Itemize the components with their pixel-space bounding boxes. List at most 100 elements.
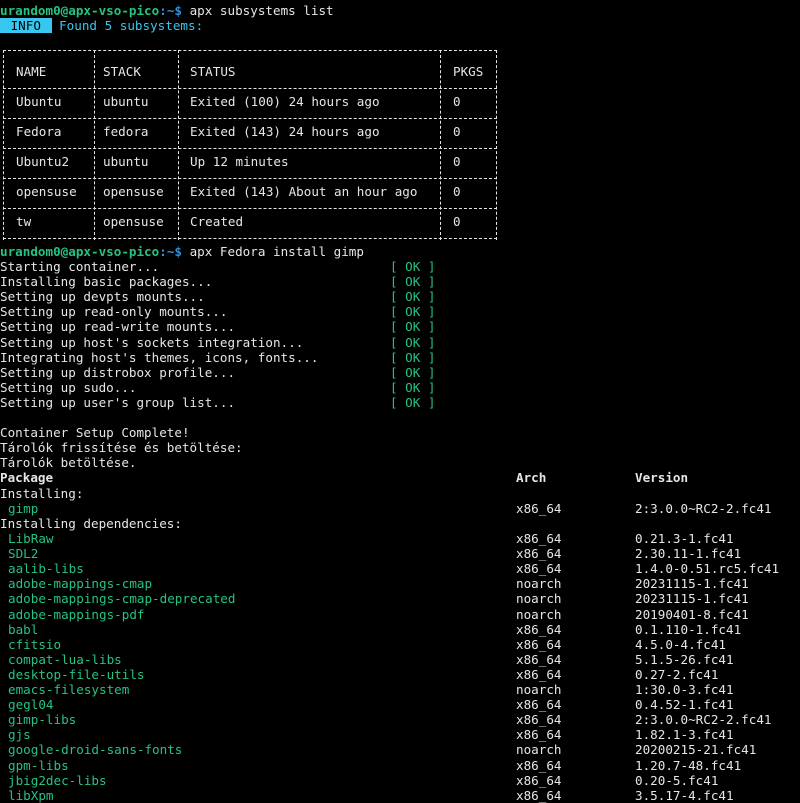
package-version: 2:3.0.0~RC2-2.fc41 <box>635 712 772 728</box>
row-stack: ubuntu <box>103 94 149 109</box>
table-divider <box>3 178 497 179</box>
package-name: libXpm <box>8 787 54 803</box>
package-name: google-droid-sans-fonts <box>8 742 183 758</box>
prompt-line-1: urandom0@apx-vso-pico:~$ apx subsystems … <box>0 3 334 18</box>
package-version: 2:3.0.0~RC2-2.fc41 <box>635 501 772 516</box>
row-pkgs: 0 <box>453 154 461 169</box>
setup-step-text: Setting up host's sockets integration... <box>0 334 304 350</box>
setup-step-status: [ OK ] <box>390 379 436 395</box>
prompt-separator: :~$ <box>159 3 190 18</box>
table-border <box>3 50 497 51</box>
package-arch: x86_64 <box>516 651 562 667</box>
table-column-divider <box>178 50 179 240</box>
setup-step-text: Setting up distrobox profile... <box>0 364 236 380</box>
row-stack: opensuse <box>103 214 164 229</box>
package-arch: noarch <box>516 682 562 697</box>
package-version: 0.4.52-1.fc41 <box>635 697 734 713</box>
package-arch: x86_64 <box>516 636 562 652</box>
package-name: adobe-mappings-pdf <box>8 606 145 622</box>
setup-step-status: [ OK ] <box>390 334 436 350</box>
header-pkgs: PKGS <box>453 64 484 79</box>
package-arch: noarch <box>516 591 562 607</box>
prompt-line-2: urandom0@apx-vso-pico:~$ apx Fedora inst… <box>0 244 364 259</box>
setup-step-status: [ OK ] <box>390 349 436 365</box>
package-version: 4.5.0-4.fc41 <box>635 636 726 652</box>
package-arch: x86_64 <box>516 546 562 562</box>
package-version: 0.1.110-1.fc41 <box>635 621 742 637</box>
prompt-user-host: urandom0@apx-vso-pico <box>0 244 160 259</box>
table-divider <box>3 88 497 89</box>
table-divider <box>3 208 497 209</box>
row-status: Up 12 minutes <box>190 154 289 169</box>
info-badge: INFO <box>0 18 52 33</box>
row-name: Ubuntu <box>16 94 62 109</box>
package-arch: x86_64 <box>516 727 562 743</box>
setup-step-text: Integrating host's themes, icons, fonts.… <box>0 349 319 365</box>
row-status: Exited (143) About an hour ago <box>190 184 418 199</box>
subsystems-table: NAME STACK STATUS PKGS Ubuntu ubuntu Exi… <box>3 50 497 240</box>
installing-label: Installing: <box>0 486 84 501</box>
row-pkgs: 0 <box>453 184 461 199</box>
table-column-divider <box>440 50 441 240</box>
deps-label: Installing dependencies: <box>0 516 182 531</box>
package-name: gegl04 <box>8 697 54 713</box>
package-version: 5.1.5-26.fc41 <box>635 651 734 667</box>
package-name: gjs <box>8 727 31 743</box>
package-name: cfitsio <box>8 636 62 652</box>
package-arch: x86_64 <box>516 697 562 713</box>
package-name: desktop-file-utils <box>8 666 145 682</box>
table-column-divider <box>94 50 95 240</box>
package-name: adobe-mappings-cmap <box>8 576 153 592</box>
row-pkgs: 0 <box>453 124 461 139</box>
setup-step-text: Setting up user's group list... <box>0 394 236 410</box>
package-version: 1.20.7-48.fc41 <box>635 757 742 773</box>
setup-step-status: [ OK ] <box>390 319 436 335</box>
package-version: 20231115-1.fc41 <box>635 576 749 592</box>
pkg-header-package: Package <box>0 470 54 485</box>
header-stack: STACK <box>103 64 141 79</box>
package-name: LibRaw <box>8 531 54 546</box>
package-version: 0.27-2.fc41 <box>635 666 719 682</box>
package-name: SDL2 <box>8 546 39 562</box>
command-text: apx Fedora install gimp <box>189 244 364 259</box>
package-arch: x86_64 <box>516 787 562 803</box>
setup-step-status: [ OK ] <box>390 274 436 290</box>
table-border <box>3 50 4 240</box>
pkg-header-version: Version <box>635 470 689 485</box>
header-status: STATUS <box>190 64 236 79</box>
package-arch: x86_64 <box>516 501 562 516</box>
command-text: apx subsystems list <box>189 3 334 18</box>
info-line: INFO Found 5 subsystems: <box>0 18 203 33</box>
message-line: Tárolók betöltése. <box>0 455 137 470</box>
row-status: Created <box>190 214 244 229</box>
package-arch: noarch <box>516 606 562 622</box>
message-line: Container Setup Complete! <box>0 425 190 440</box>
package-name: adobe-mappings-cmap-deprecated <box>8 591 236 607</box>
row-name: Fedora <box>16 124 62 139</box>
setup-step-text: Setting up devpts mounts... <box>0 289 205 305</box>
setup-step-text: Installing basic packages... <box>0 274 213 290</box>
package-arch: x86_64 <box>516 561 562 577</box>
row-stack: ubuntu <box>103 154 149 169</box>
prompt-user-host: urandom0@apx-vso-pico <box>0 3 160 18</box>
row-pkgs: 0 <box>453 214 461 229</box>
package-version: 0.20-5.fc41 <box>635 772 719 788</box>
package-name: aalib-libs <box>8 561 84 577</box>
package-arch: x86_64 <box>516 666 562 682</box>
package-name: babl <box>8 621 39 637</box>
table-divider <box>3 148 497 149</box>
row-name: opensuse <box>16 184 77 199</box>
row-pkgs: 0 <box>453 94 461 109</box>
package-arch: x86_64 <box>516 621 562 637</box>
setup-step-text: Setting up read-write mounts... <box>0 319 236 335</box>
setup-step-status: [ OK ] <box>390 289 436 305</box>
package-version: 20190401-8.fc41 <box>635 606 749 622</box>
package-name: emacs-filesystem <box>8 682 130 697</box>
row-stack: opensuse <box>103 184 164 199</box>
package-name: compat-lua-libs <box>8 651 122 667</box>
table-border <box>496 50 497 240</box>
package-arch: noarch <box>516 576 562 592</box>
package-version: 1:30.0-3.fc41 <box>635 682 734 697</box>
package-name: gpm-libs <box>8 757 69 773</box>
package-version: 0.21.3-1.fc41 <box>635 531 734 546</box>
